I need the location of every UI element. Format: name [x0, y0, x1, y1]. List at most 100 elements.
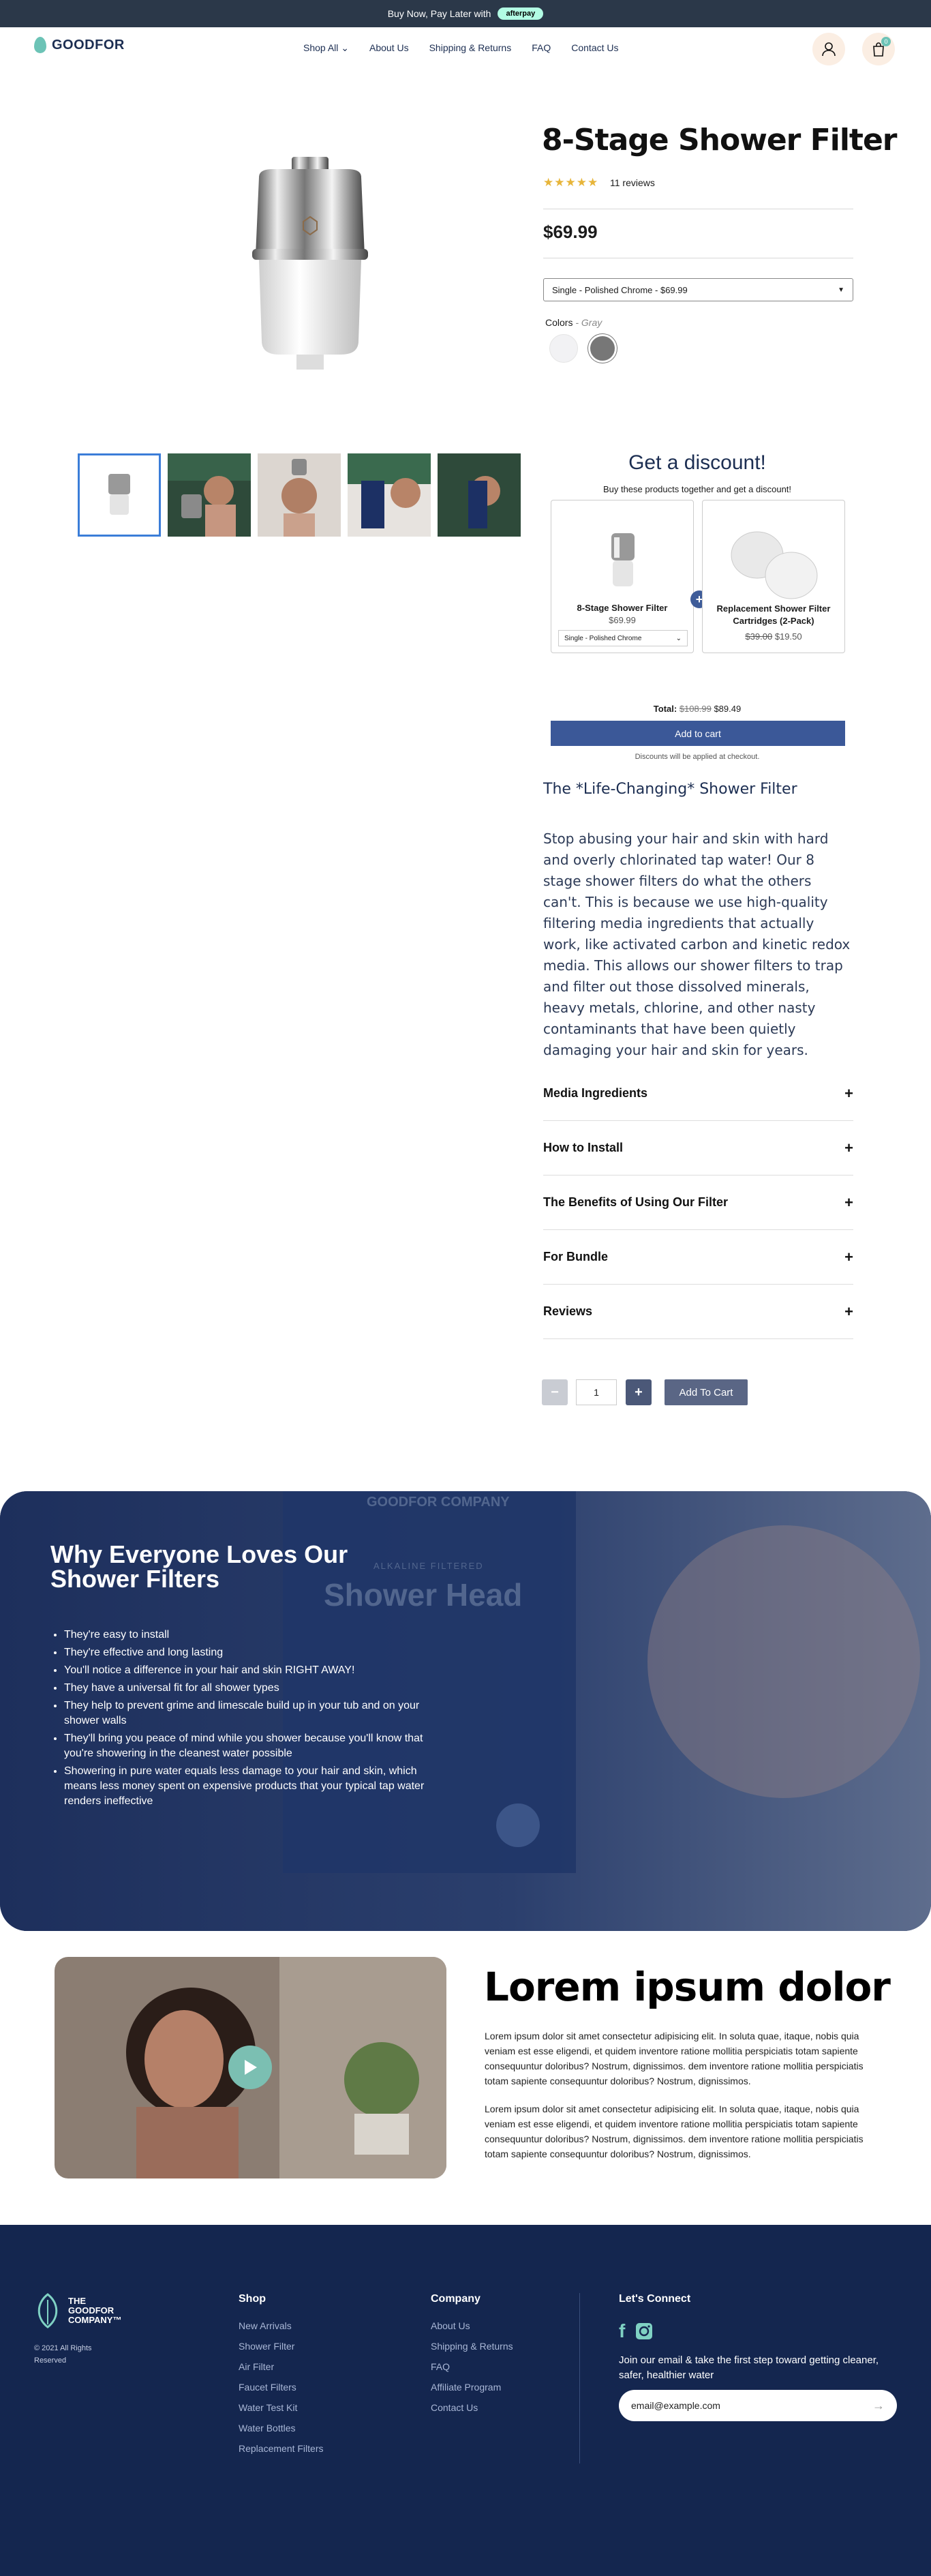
plus-icon: +	[844, 1139, 853, 1156]
bundle-item-1[interactable]: 8-Stage Shower Filter $69.99 Single - Po…	[551, 500, 694, 653]
bg-brand-text: GOODFOR COMPANY	[367, 1495, 510, 1510]
why-section: GOODFOR COMPANY ALKALINE FILTERED Shower…	[0, 1491, 931, 1931]
discount-note: Discounts will be applied at checkout.	[635, 753, 760, 761]
footer-company-title: Company	[431, 2293, 480, 2305]
footer-link[interactable]: Water Bottles	[239, 2423, 324, 2433]
accordion-for-bundle[interactable]: For Bundle +	[543, 1230, 853, 1285]
copyright: © 2021 All Rights Reserved	[34, 2344, 92, 2365]
bundle-item-2[interactable]: Replacement Shower Filter Cartridges (2-…	[702, 500, 845, 653]
footer-link[interactable]: About Us	[431, 2320, 513, 2331]
list-item: Showering in pure water equals less dama…	[64, 1764, 446, 1809]
accordion-reviews[interactable]: Reviews +	[543, 1285, 853, 1339]
thumbnail-strip	[78, 453, 521, 537]
footer-link[interactable]: Water Test Kit	[239, 2402, 324, 2413]
quantity-input[interactable]: 1	[576, 1379, 617, 1405]
accordion-label: For Bundle	[543, 1250, 608, 1263]
social-links: f	[619, 2320, 905, 2342]
discount-title: Get a discount!	[628, 451, 766, 474]
accordion-how-to-install[interactable]: How to Install +	[543, 1121, 853, 1175]
promo-banner: Buy Now, Pay Later with afterpay	[0, 0, 931, 27]
video-player[interactable]	[55, 1957, 446, 2178]
list-item: They're effective and long lasting	[64, 1645, 446, 1660]
variant-select-value: Single - Polished Chrome - $69.99	[552, 284, 688, 295]
product-price: $69.99	[543, 222, 598, 242]
accordion-label: How to Install	[543, 1141, 623, 1154]
footer-link[interactable]: Contact Us	[431, 2402, 513, 2413]
nav-about-us[interactable]: About Us	[369, 42, 409, 54]
footer-link[interactable]: Affiliate Program	[431, 2382, 513, 2393]
add-to-cart-button[interactable]: Add To Cart	[665, 1379, 748, 1405]
plus-icon: +	[844, 1248, 853, 1265]
thumbnail-2[interactable]	[168, 453, 251, 537]
lorem-heading: Lorem ipsum dolor	[484, 1964, 891, 2010]
accordion-benefits[interactable]: The Benefits of Using Our Filter +	[543, 1175, 853, 1230]
caret-down-icon: ▼	[838, 286, 844, 294]
footer-link[interactable]: FAQ	[431, 2361, 513, 2372]
footer-link[interactable]: Replacement Filters	[239, 2443, 324, 2454]
main-nav: Shop All ⌄ About Us Shipping & Returns F…	[303, 42, 619, 54]
total-label: Total:	[653, 704, 677, 714]
nav-contact-us[interactable]: Contact Us	[571, 42, 618, 54]
footer-link[interactable]: Faucet Filters	[239, 2382, 324, 2393]
discount-subtitle: Buy these products together and get a di…	[602, 484, 792, 494]
shower-filter-image	[611, 533, 635, 586]
footer-logo-line1: THE	[68, 2296, 86, 2306]
footer-link[interactable]: New Arrivals	[239, 2320, 324, 2331]
site-footer: THE GOODFOR COMPANY™ © 2021 All Rights Res…	[0, 2225, 931, 2576]
site-logo[interactable]: GOODFOR	[34, 37, 125, 53]
quantity-decrement-button[interactable]: −	[542, 1379, 568, 1405]
leaf-logo-icon	[37, 2293, 58, 2328]
footer-connect: Let's Connect f Join our email & take th…	[619, 2293, 905, 2383]
footer-link[interactable]: Air Filter	[239, 2361, 324, 2372]
thumbnail-3[interactable]	[258, 453, 341, 537]
list-item: They'll bring you peace of mind while yo…	[64, 1731, 446, 1761]
swatch-gray[interactable]	[588, 334, 617, 363]
rating-stars[interactable]: ★★★★★	[543, 176, 598, 190]
colors-label-text: Colors	[545, 317, 573, 328]
variant-select[interactable]: Single - Polished Chrome - $69.99 ▼	[543, 278, 853, 301]
list-item: They have a universal fit for all shower…	[64, 1681, 446, 1696]
footer-link[interactable]: Shipping & Returns	[431, 2341, 513, 2352]
accordion-label: Reviews	[543, 1304, 593, 1318]
leaf-logo-icon	[34, 37, 46, 53]
cart-button[interactable]: 0	[862, 33, 895, 65]
nav-shipping-returns[interactable]: Shipping & Returns	[429, 42, 512, 54]
thumbnail-5[interactable]	[438, 453, 521, 537]
footer-connect-text: Join our email & take the first step tow…	[619, 2354, 879, 2381]
accordion-media-ingredients[interactable]: Media Ingredients +	[543, 1066, 853, 1121]
list-item: They help to prevent grime and limescale…	[64, 1698, 446, 1728]
nav-faq[interactable]: FAQ	[532, 42, 551, 54]
nav-shop-all[interactable]: Shop All ⌄	[303, 42, 349, 54]
email-placeholder: email@example.com	[631, 2400, 720, 2411]
logo-text: GOODFOR	[52, 37, 125, 53]
product-main-image[interactable]	[232, 136, 388, 389]
quantity-increment-button[interactable]: +	[626, 1379, 652, 1405]
promo-text: Buy Now, Pay Later with	[387, 8, 491, 19]
email-field[interactable]: email@example.com →	[619, 2390, 897, 2421]
swatch-light[interactable]	[549, 334, 578, 363]
review-count[interactable]: 11 reviews	[610, 177, 655, 188]
bundle-item-1-select[interactable]: Single - Polished Chrome ⌄	[558, 630, 688, 646]
instagram-icon[interactable]	[635, 2322, 654, 2341]
accordion-label: The Benefits of Using Our Filter	[543, 1195, 729, 1209]
account-button[interactable]	[812, 33, 845, 65]
cart-count-badge: 0	[881, 37, 891, 46]
play-button[interactable]	[228, 2046, 272, 2089]
bundle-add-to-cart-button[interactable]: Add to cart	[551, 721, 845, 746]
bundle-total: Total: $108.99 $89.49	[551, 704, 844, 714]
footer-link[interactable]: Shower Filter	[239, 2341, 324, 2352]
facebook-icon[interactable]: f	[619, 2320, 625, 2342]
footer-logo[interactable]: THE GOODFOR COMPANY™	[34, 2293, 121, 2328]
footer-logo-line2: GOODFOR	[68, 2305, 115, 2316]
arrow-right-icon[interactable]: →	[872, 2399, 885, 2413]
thumbnail-4[interactable]	[348, 453, 431, 537]
total-old-price: $108.99	[679, 704, 712, 714]
footer-divider	[579, 2293, 580, 2463]
bundle-item-2-price: $19.50	[774, 631, 802, 642]
list-item: They're easy to install	[64, 1628, 446, 1643]
thumbnail-1[interactable]	[78, 453, 161, 537]
afterpay-badge: afterpay	[498, 8, 544, 20]
bundle-item-2-name: Replacement Shower Filter Cartridges (2-…	[716, 603, 831, 626]
plus-icon: +	[844, 1302, 853, 1320]
description-heading: The *Life-Changing* Shower Filter	[543, 781, 797, 798]
